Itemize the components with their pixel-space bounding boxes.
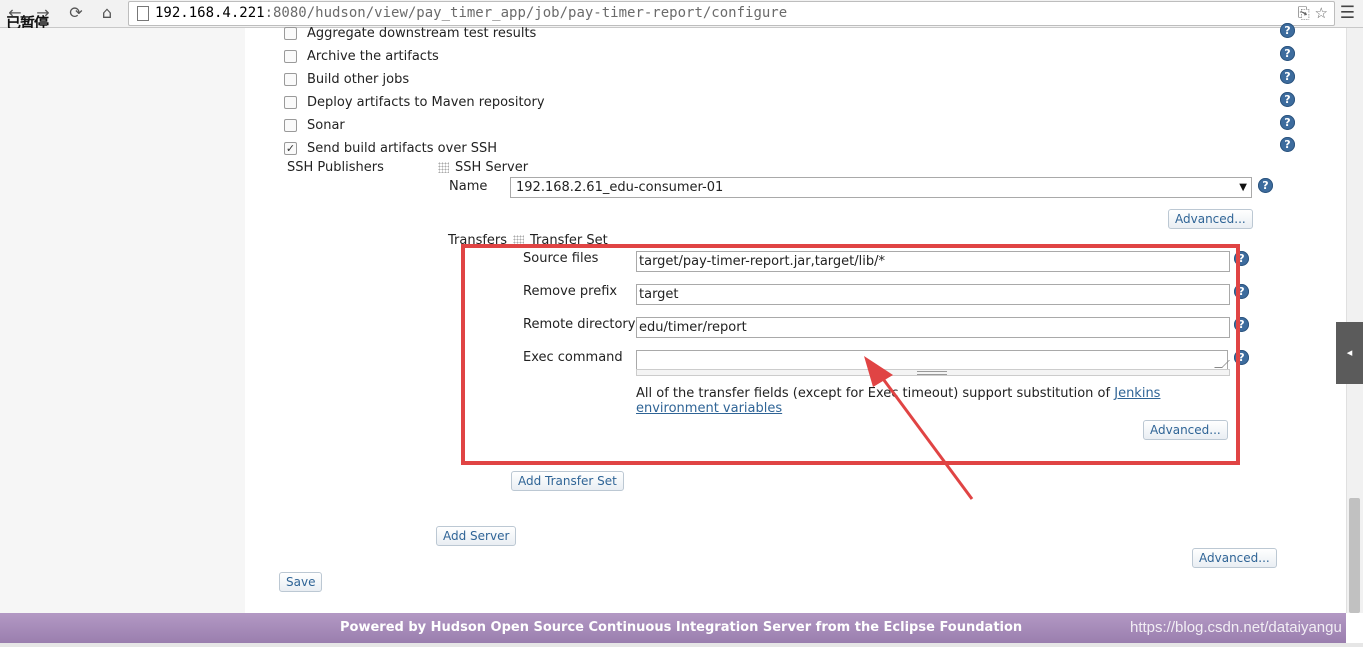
annotation-arrow-icon [864,356,974,500]
bottom-strip [0,643,1363,647]
watermark: https://blog.csdn.net/dataiyangu [1130,619,1342,636]
footer-text: Powered by Hudson Open Source Continuous… [340,620,1023,635]
